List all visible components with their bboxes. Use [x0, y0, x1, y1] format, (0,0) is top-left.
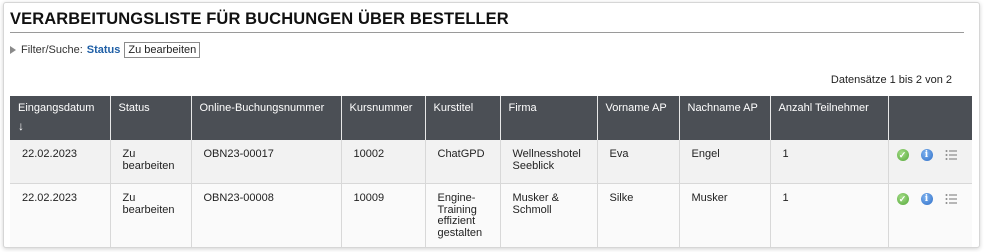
page-title: VERARBEITUNGSLISTE FÜR BUCHUNGEN ÜBER BE…: [10, 10, 509, 28]
table-header-row: Eingangsdatum ↓ Status Online-Buchungsnu…: [10, 96, 972, 140]
table-row[interactable]: 22.02.2023 Zu bearbeiten OBN23-00017 100…: [10, 140, 972, 184]
cell-firma: Wellnesshotel Seeblick: [500, 140, 598, 184]
cell-anzahl-teilnehmer: 1: [770, 183, 889, 247]
cell-actions: ✓ i: [888, 183, 972, 247]
booking-list-panel: VERARBEITUNGSLISTE FÜR BUCHUNGEN ÜBER BE…: [3, 2, 980, 248]
info-icon[interactable]: i: [920, 193, 933, 205]
filter-label: Filter/Suche:: [21, 44, 83, 56]
check-icon[interactable]: ✓: [896, 193, 909, 205]
filter-field-status[interactable]: Status: [87, 44, 121, 56]
table-row[interactable]: 22.02.2023 Zu bearbeiten OBN23-00008 100…: [10, 183, 972, 247]
column-header-status[interactable]: Status: [110, 96, 192, 140]
column-header-anzahl-teilnehmer[interactable]: Anzahl Teilnehmer: [770, 96, 889, 140]
column-header-kursnummer[interactable]: Kursnummer: [341, 96, 426, 140]
cell-actions: ✓ i: [888, 140, 972, 184]
sort-down-icon[interactable]: ↓: [18, 119, 104, 133]
expand-triangle-icon[interactable]: [10, 46, 16, 54]
filter-value-chip[interactable]: Zu bearbeiten: [124, 42, 201, 58]
filter-bar[interactable]: Filter/Suche: Status Zu bearbeiten: [10, 40, 201, 60]
column-header-online-buchungsnummer[interactable]: Online-Buchungsnummer: [191, 96, 342, 140]
cell-firma: Musker & Schmoll: [500, 183, 598, 247]
column-header-kurstitel[interactable]: Kurstitel: [425, 96, 501, 140]
cell-online-buchungsnummer: OBN23-00008: [191, 183, 342, 247]
bookings-table: Eingangsdatum ↓ Status Online-Buchungsnu…: [10, 96, 972, 247]
cell-nachname-ap: Musker: [679, 183, 771, 247]
cell-status: Zu bearbeiten: [110, 183, 192, 247]
title-divider: [10, 32, 964, 33]
cell-nachname-ap: Engel: [679, 140, 771, 184]
list-icon[interactable]: [945, 149, 957, 161]
info-icon[interactable]: i: [920, 149, 933, 161]
cell-status: Zu bearbeiten: [110, 140, 192, 184]
check-icon[interactable]: ✓: [896, 149, 909, 161]
list-icon[interactable]: [945, 193, 957, 205]
column-header-nachname-ap[interactable]: Nachname AP: [679, 96, 771, 140]
record-count: Datensätze 1 bis 2 von 2: [830, 74, 952, 86]
cell-kursnummer: 10009: [341, 183, 426, 247]
cell-vorname-ap: Silke: [597, 183, 680, 247]
cell-eingangsdatum: 22.02.2023: [10, 183, 111, 247]
cell-anzahl-teilnehmer: 1: [770, 140, 889, 184]
column-header-eingangsdatum[interactable]: Eingangsdatum ↓: [10, 96, 111, 140]
column-header-firma[interactable]: Firma: [500, 96, 598, 140]
cell-kursnummer: 10002: [341, 140, 426, 184]
column-header-label: Eingangsdatum: [18, 102, 95, 114]
cell-kurstitel: Engine-Training effizient gestalten: [425, 183, 501, 247]
cell-eingangsdatum: 22.02.2023: [10, 140, 111, 184]
cell-online-buchungsnummer: OBN23-00017: [191, 140, 342, 184]
cell-vorname-ap: Eva: [597, 140, 680, 184]
cell-kurstitel: ChatGPD: [425, 140, 501, 184]
column-header-vorname-ap[interactable]: Vorname AP: [597, 96, 680, 140]
column-header-actions: [888, 96, 972, 140]
